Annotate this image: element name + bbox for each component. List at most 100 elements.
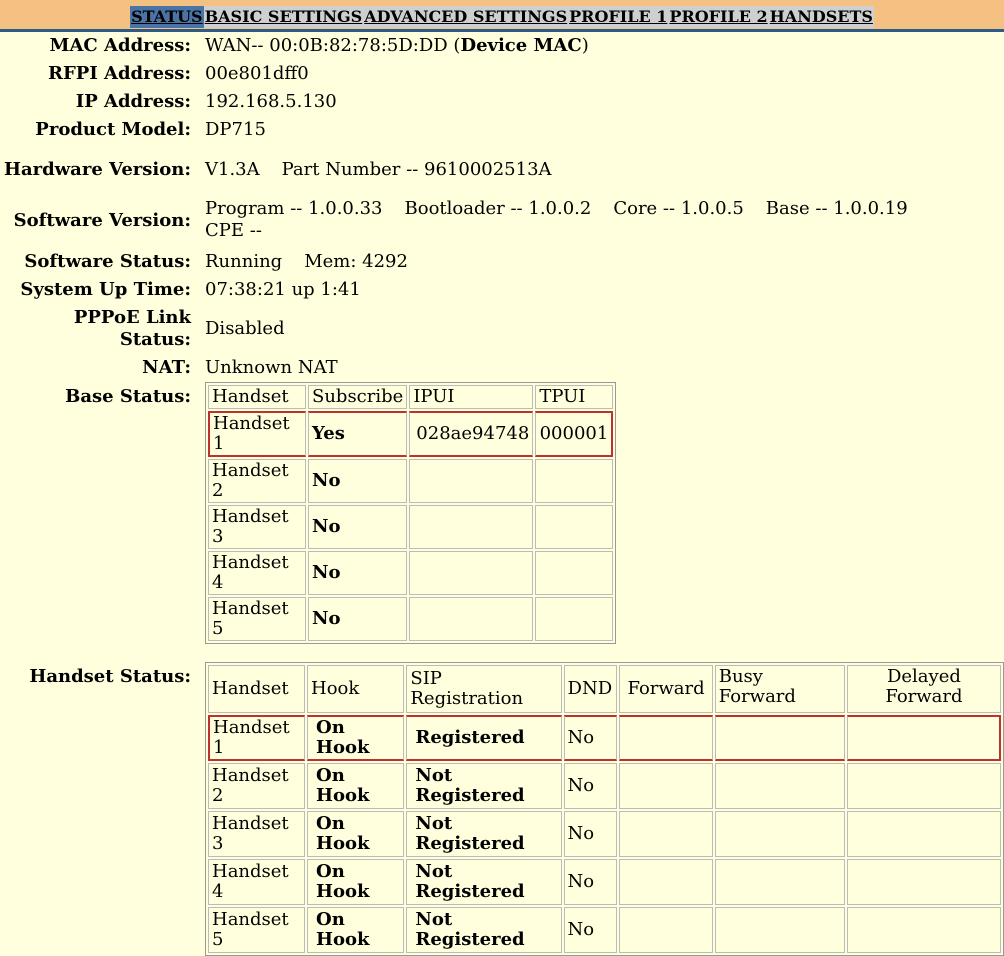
hs-header-busy-forward: Busy Forward bbox=[714, 665, 845, 713]
hs-cell-hook: On Hook bbox=[307, 811, 405, 857]
table-row: Handset 5 No bbox=[208, 597, 614, 641]
hs-cell-sip: Not Registered bbox=[406, 811, 562, 857]
hs-cell-delayed-forward bbox=[846, 907, 1001, 953]
nav-status[interactable]: STATUS bbox=[130, 6, 204, 28]
rfpi-label: RFPI Address: bbox=[48, 63, 191, 84]
device-mac-label: Device MAC bbox=[460, 35, 582, 56]
base-cell-handset: Handset 2 bbox=[208, 459, 306, 503]
part-number: Part Number -- 9610002513A bbox=[281, 159, 552, 180]
hs-cell-delayed-forward bbox=[846, 811, 1001, 857]
hs-cell-forward bbox=[619, 811, 713, 857]
hs-cell-sip: Registered bbox=[406, 715, 562, 761]
status-running: Running bbox=[205, 251, 283, 272]
mac-suffix: ) bbox=[581, 35, 589, 56]
hs-cell-busy-forward bbox=[714, 763, 845, 809]
table-row: Handset 3 No bbox=[208, 505, 614, 549]
base-cell-subscribe: No bbox=[308, 459, 408, 503]
hs-cell-forward bbox=[619, 763, 713, 809]
model-value: DP715 bbox=[205, 119, 266, 140]
nav-menu: STATUS BASIC SETTINGS ADVANCED SETTINGS … bbox=[130, 6, 874, 28]
software-status-label: Software Status: bbox=[24, 251, 191, 272]
hs-cell-busy-forward bbox=[714, 715, 845, 761]
hs-cell-dnd: No bbox=[563, 763, 618, 809]
hs-cell-handset: Handset 1 bbox=[208, 715, 306, 761]
hs-header-dnd: DND bbox=[563, 665, 618, 713]
hs-cell-dnd: No bbox=[563, 859, 618, 905]
hs-cell-dnd: No bbox=[563, 715, 618, 761]
hs-cell-delayed-forward bbox=[846, 763, 1001, 809]
hs-header-sip: SIP Registration bbox=[406, 665, 562, 713]
software-status-value: Running Mem: 4292 bbox=[205, 248, 1004, 276]
hs-cell-forward bbox=[619, 715, 713, 761]
base-status-header-row: Handset Subscribe IPUI TPUI bbox=[208, 385, 614, 409]
nav-basic-settings[interactable]: BASIC SETTINGS bbox=[203, 6, 364, 28]
base-cell-tpui bbox=[535, 597, 614, 641]
hs-cell-hook: On Hook bbox=[307, 907, 405, 953]
base-cell-handset: Handset 1 bbox=[208, 411, 306, 457]
hs-header-handset: Handset bbox=[208, 665, 306, 713]
mac-address-text: WAN-- 00:0B:82:78:5D:DD ( bbox=[205, 35, 461, 56]
base-header-tpui: TPUI bbox=[535, 385, 614, 409]
base-cell-handset: Handset 5 bbox=[208, 597, 306, 641]
table-row: Handset 1 On Hook Registered No bbox=[208, 715, 1001, 761]
ip-label: IP Address: bbox=[75, 91, 191, 112]
hardware-version: V1.3A bbox=[205, 159, 260, 180]
handset-status-container: Handset Hook SIP Registration DND Forwar… bbox=[205, 662, 1004, 956]
base-header-subscribe: Subscribe bbox=[308, 385, 408, 409]
hs-cell-handset: Handset 2 bbox=[208, 763, 306, 809]
hs-cell-dnd: No bbox=[563, 907, 618, 953]
handset-status-table: Handset Hook SIP Registration DND Forwar… bbox=[205, 662, 1004, 956]
table-row: Handset 4 On Hook Not Registered No bbox=[208, 859, 1001, 905]
base-cell-ipui: 028ae94748 bbox=[409, 411, 534, 457]
handset-status-label: Handset Status: bbox=[29, 666, 191, 687]
model-label: Product Model: bbox=[35, 119, 191, 140]
base-cell-subscribe: Yes bbox=[308, 411, 408, 457]
table-row: Handset 3 On Hook Not Registered No bbox=[208, 811, 1001, 857]
sw-cpe: CPE -- bbox=[205, 220, 262, 241]
hs-cell-busy-forward bbox=[714, 811, 845, 857]
sw-program: Program -- 1.0.0.33 bbox=[205, 198, 383, 219]
base-cell-tpui bbox=[535, 551, 614, 595]
base-cell-tpui: 000001 bbox=[535, 411, 614, 457]
hs-cell-hook: On Hook bbox=[307, 763, 405, 809]
table-row: Handset 4 No bbox=[208, 551, 614, 595]
hs-cell-busy-forward bbox=[714, 907, 845, 953]
base-cell-ipui bbox=[409, 459, 534, 503]
base-cell-subscribe: No bbox=[308, 597, 408, 641]
hs-cell-hook: On Hook bbox=[307, 859, 405, 905]
table-row: Handset 5 On Hook Not Registered No bbox=[208, 907, 1001, 953]
handset-status-header-row: Handset Hook SIP Registration DND Forwar… bbox=[208, 665, 1001, 713]
hs-cell-handset: Handset 3 bbox=[208, 811, 306, 857]
hs-cell-handset: Handset 5 bbox=[208, 907, 306, 953]
hs-cell-dnd: No bbox=[563, 811, 618, 857]
base-cell-handset: Handset 4 bbox=[208, 551, 306, 595]
sw-bootloader: Bootloader -- 1.0.0.2 bbox=[404, 198, 592, 219]
rfpi-value: 00e801dff0 bbox=[205, 63, 309, 84]
hs-cell-handset: Handset 4 bbox=[208, 859, 306, 905]
nav-advanced-settings[interactable]: ADVANCED SETTINGS bbox=[363, 6, 569, 28]
uptime-label: System Up Time: bbox=[20, 279, 191, 300]
hs-cell-delayed-forward bbox=[846, 859, 1001, 905]
hs-cell-forward bbox=[619, 907, 713, 953]
hardware-label: Hardware Version: bbox=[3, 159, 191, 180]
status-info: MAC Address: WAN-- 00:0B:82:78:5D:DD (De… bbox=[0, 32, 1004, 956]
table-row: Handset 2 No bbox=[208, 459, 614, 503]
nav-handsets[interactable]: HANDSETS bbox=[768, 6, 874, 28]
nav-profile-2[interactable]: PROFILE 2 bbox=[668, 6, 769, 28]
top-nav-bar: STATUS BASIC SETTINGS ADVANCED SETTINGS … bbox=[0, 0, 1004, 32]
hs-cell-sip: Not Registered bbox=[406, 907, 562, 953]
base-cell-ipui bbox=[409, 597, 534, 641]
base-cell-ipui bbox=[409, 551, 534, 595]
hs-header-hook: Hook bbox=[307, 665, 405, 713]
base-status-table: Handset Subscribe IPUI TPUI Handset 1 Ye… bbox=[205, 382, 617, 644]
base-header-ipui: IPUI bbox=[409, 385, 534, 409]
pppoe-value: Disabled bbox=[205, 318, 285, 339]
base-cell-subscribe: No bbox=[308, 551, 408, 595]
hs-header-forward: Forward bbox=[619, 665, 713, 713]
nav-profile-1[interactable]: PROFILE 1 bbox=[568, 6, 669, 28]
pppoe-label: PPPoE Link Status: bbox=[73, 307, 191, 350]
base-cell-handset: Handset 3 bbox=[208, 505, 306, 549]
status-mem: Mem: 4292 bbox=[304, 251, 408, 272]
mac-value: WAN-- 00:0B:82:78:5D:DD (Device MAC) bbox=[205, 32, 1004, 60]
hs-cell-hook: On Hook bbox=[307, 715, 405, 761]
